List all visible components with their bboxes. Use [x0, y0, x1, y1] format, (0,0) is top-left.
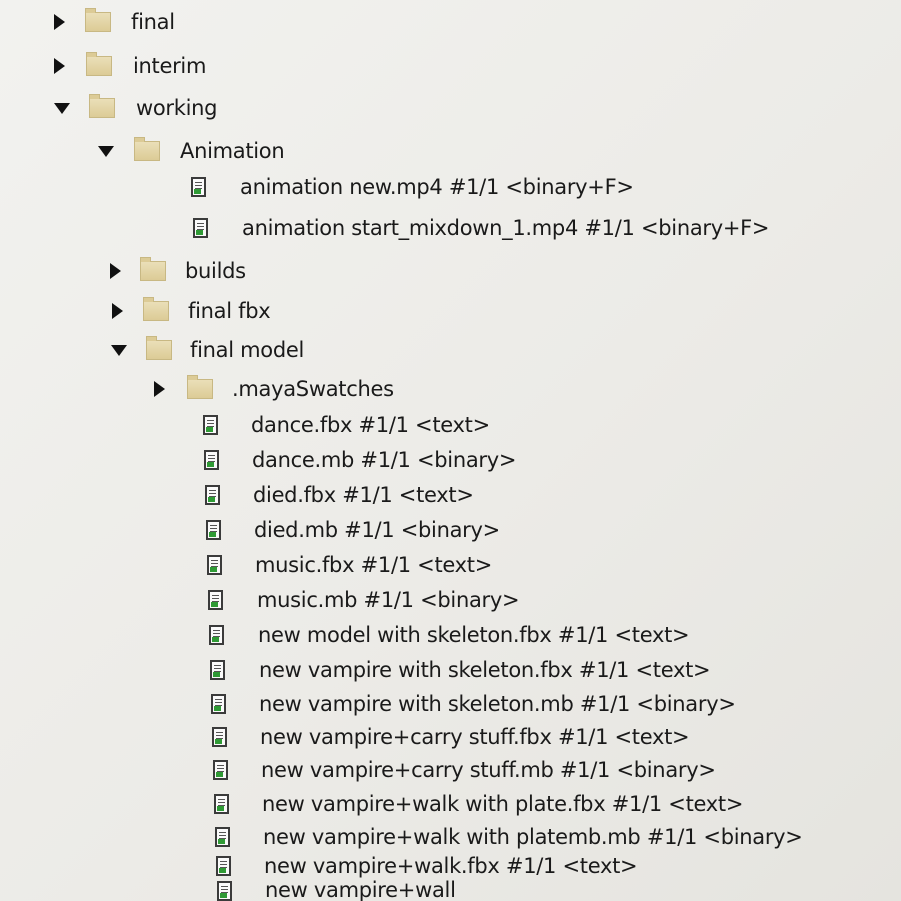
- file-icon: [203, 415, 218, 435]
- expand-arrow-icon[interactable]: [110, 263, 121, 279]
- tree-label-file: died.fbx #1/1 <text>: [253, 483, 474, 507]
- tree-label-file: new vampire with skeleton.mb #1/1 <binar…: [259, 692, 736, 716]
- file-icon: [217, 881, 232, 901]
- expand-arrow-icon[interactable]: [112, 303, 123, 319]
- tree-label-file: new vampire+walk with platemb.mb #1/1 <b…: [263, 825, 803, 849]
- expand-arrow-icon[interactable]: [54, 14, 65, 30]
- file-icon: [205, 485, 220, 505]
- file-icon: [209, 625, 224, 645]
- tree-label-file: new vampire+wall: [265, 878, 456, 901]
- file-icon: [213, 760, 228, 780]
- tree-label-file: new model with skeleton.fbx #1/1 <text>: [258, 623, 690, 647]
- tree-label-maya-swatches: .mayaSwatches: [232, 377, 394, 401]
- folder-icon: [187, 375, 213, 399]
- expand-arrow-icon[interactable]: [154, 381, 165, 397]
- folder-icon: [134, 137, 160, 161]
- tree-label-file: new vampire+carry stuff.fbx #1/1 <text>: [260, 725, 690, 749]
- file-icon: [191, 177, 206, 197]
- file-icon: [214, 794, 229, 814]
- tree-label-file: animation start_mixdown_1.mp4 #1/1 <bina…: [242, 216, 770, 240]
- file-icon: [211, 694, 226, 714]
- file-icon: [207, 555, 222, 575]
- tree-label-file: new vampire+walk.fbx #1/1 <text>: [264, 854, 638, 878]
- folder-icon: [89, 94, 115, 118]
- tree-label-file: dance.fbx #1/1 <text>: [251, 413, 490, 437]
- tree-label-file: dance.mb #1/1 <binary>: [252, 448, 517, 472]
- folder-icon: [86, 52, 112, 76]
- collapse-arrow-icon[interactable]: [54, 102, 70, 114]
- expand-arrow-icon[interactable]: [54, 58, 65, 74]
- file-icon: [193, 218, 208, 238]
- folder-icon: [146, 336, 172, 360]
- folder-icon: [85, 8, 111, 32]
- tree-label-builds: builds: [185, 259, 246, 283]
- file-icon: [215, 827, 230, 847]
- file-icon: [210, 660, 225, 680]
- file-icon: [204, 450, 219, 470]
- file-icon: [206, 520, 221, 540]
- tree-label-file: died.mb #1/1 <binary>: [254, 518, 500, 542]
- tree-label-file: music.mb #1/1 <binary>: [257, 588, 520, 612]
- tree-label-file: music.fbx #1/1 <text>: [255, 553, 492, 577]
- tree-label-file: new vampire+carry stuff.mb #1/1 <binary>: [261, 758, 716, 782]
- depot-tree: final interim working Animation animatio…: [0, 0, 901, 901]
- tree-label-animation: Animation: [180, 139, 285, 163]
- tree-label-final-fbx: final fbx: [188, 299, 271, 323]
- collapse-arrow-icon[interactable]: [98, 145, 114, 157]
- tree-label-final: final: [131, 10, 175, 34]
- folder-icon: [140, 257, 166, 281]
- folder-icon: [143, 297, 169, 321]
- file-icon: [208, 590, 223, 610]
- tree-label-interim: interim: [133, 54, 207, 78]
- file-icon: [212, 727, 227, 747]
- file-icon: [216, 856, 231, 876]
- tree-label-file: animation new.mp4 #1/1 <binary+F>: [240, 175, 634, 199]
- collapse-arrow-icon[interactable]: [111, 344, 127, 356]
- tree-label-file: new vampire+walk with plate.fbx #1/1 <te…: [262, 792, 744, 816]
- tree-label-working: working: [136, 96, 218, 120]
- tree-label-file: new vampire with skeleton.fbx #1/1 <text…: [259, 658, 711, 682]
- tree-label-final-model: final model: [190, 338, 305, 362]
